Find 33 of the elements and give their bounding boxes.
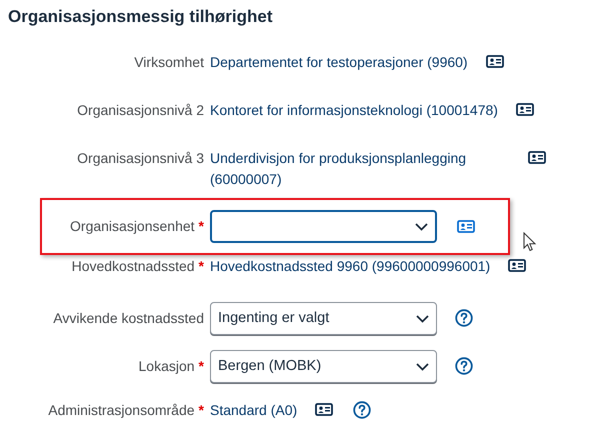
contact-card-icon[interactable] [508,259,526,272]
section-title: Organisasjonsmessig tilhørighet [8,6,273,28]
field-label: Virksomhet [134,53,204,72]
field-value: Departementet for testoperasjoner (9960) [210,53,468,72]
field-value: Standard (A0) [210,401,298,420]
field-label: Organisasjonsnivå 2 [77,101,204,120]
chevron-down-icon [415,222,428,230]
field-label: Lokasjon [138,357,195,376]
field-value: Underdivisjon for produksjonsplanlegging (60000007) [210,149,468,189]
required-asterisk: * [198,217,204,236]
field-label: Avvikende kostnadssted [53,309,204,328]
dropdown-select[interactable] [210,210,437,243]
field-value: Hovedkostnadssted 9960 (99600000996001) [210,257,490,276]
contact-card-icon[interactable] [516,103,534,116]
required-asterisk: * [198,401,204,420]
required-asterisk: * [198,357,204,376]
field-label: Organisasjonsenhet [70,217,195,236]
mouse-cursor-icon [523,232,537,252]
chevron-down-icon [416,362,429,370]
help-icon[interactable] [455,309,473,327]
dropdown-select[interactable]: Bergen (MOBK) [210,350,437,383]
help-icon[interactable] [455,357,473,375]
field-value: Kontoret for informasjonsteknologi (10001478) [210,101,498,120]
help-icon[interactable] [353,401,372,419]
field-label: Administrasjonsområde [48,401,195,420]
contact-card-icon[interactable] [528,151,546,164]
dropdown-select[interactable]: Ingenting er valgt [210,302,437,335]
chevron-down-icon [416,314,429,322]
field-label: Organisasjonsnivå 3 [77,149,204,168]
required-asterisk: * [198,257,204,276]
contact-card-icon[interactable] [486,55,504,68]
field-label: Hovedkostnadssted [72,257,195,276]
contact-card-icon[interactable] [315,403,334,416]
